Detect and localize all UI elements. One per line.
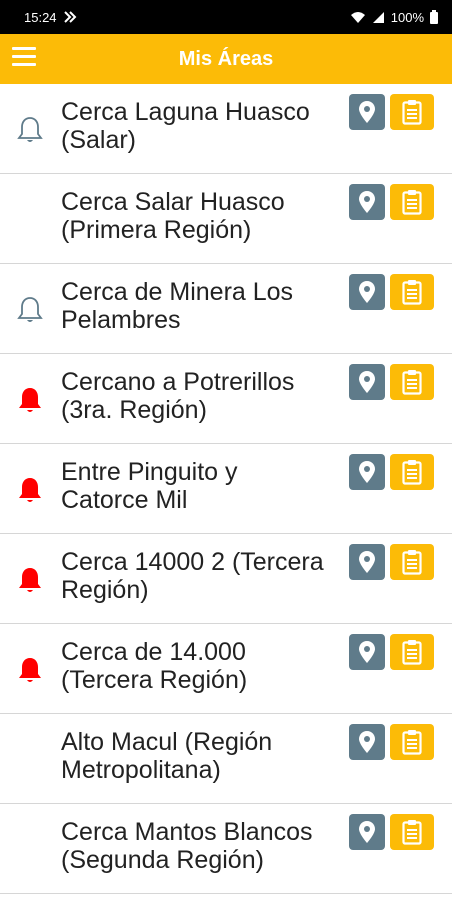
clipboard-button[interactable] (390, 364, 434, 400)
area-name-line-2: (Tercera Región) (61, 666, 248, 694)
area-name-line-1: Cerca 14000 2 (Tercera (61, 548, 324, 576)
clipboard-icon (402, 550, 422, 575)
area-name: Cerca de Minera Los Pelambres (61, 278, 349, 334)
signal-icon (372, 11, 384, 23)
map-location-button[interactable] (349, 724, 385, 760)
clipboard-icon (402, 190, 422, 215)
status-time: 15:24 (24, 9, 57, 25)
area-name: Cerca Mantos Blancos (Segunda Región) (61, 818, 349, 874)
area-list-item[interactable]: Entre Pinguito y Catorce Mil (0, 444, 452, 534)
location-pin-icon (359, 461, 375, 483)
area-list: Cerca Laguna Huasco (Salar) Cerca Salar … (0, 84, 452, 894)
clipboard-icon (402, 280, 422, 305)
area-name: Cerca Salar Huasco (Primera Región) (61, 188, 349, 244)
clipboard-icon (402, 820, 422, 845)
area-list-item[interactable]: Cerca Salar Huasco (Primera Región) (0, 174, 452, 264)
location-pin-icon (359, 101, 375, 123)
clipboard-button[interactable] (390, 454, 434, 490)
area-name-line-2: (Primera Región) (61, 216, 252, 244)
area-name-line-2: Pelambres (61, 306, 181, 334)
status-bar: 15:24 100% (0, 0, 452, 34)
clipboard-icon (402, 730, 422, 755)
area-name-line-2: (3ra. Región) (61, 396, 207, 424)
area-name-line-2: (Segunda Región) (61, 846, 264, 874)
area-list-item[interactable]: Cerca de 14.000 (Tercera Región) (0, 624, 452, 714)
area-name-line-1: Cercano a Potrerillos (61, 368, 295, 396)
map-location-button[interactable] (349, 634, 385, 670)
map-location-button[interactable] (349, 94, 385, 130)
area-list-item[interactable]: Alto Macul (Región Metropolitana) (0, 714, 452, 804)
map-location-button[interactable] (349, 814, 385, 850)
clipboard-icon (402, 640, 422, 665)
page-title: Mis Áreas (178, 47, 274, 70)
battery-percent: 100% (390, 9, 424, 25)
area-list-item[interactable]: Cerca Laguna Huasco (Salar) (0, 84, 452, 174)
clipboard-button[interactable] (390, 814, 434, 850)
clipboard-button[interactable] (390, 634, 434, 670)
area-name-line-1: Cerca de 14.000 (61, 638, 246, 666)
bell-active-icon[interactable] (15, 475, 45, 505)
location-pin-icon (359, 641, 375, 663)
clipboard-icon (402, 460, 422, 485)
clipboard-button[interactable] (390, 724, 434, 760)
area-name: Alto Macul (Región Metropolitana) (61, 728, 349, 784)
area-name-line-1: Cerca Mantos Blancos (61, 818, 313, 846)
area-list-item[interactable]: Cercano a Potrerillos (3ra. Región) (0, 354, 452, 444)
area-name: Cerca Laguna Huasco (Salar) (61, 98, 349, 154)
clipboard-button[interactable] (390, 184, 434, 220)
map-location-button[interactable] (349, 544, 385, 580)
clipboard-button[interactable] (390, 274, 434, 310)
location-pin-icon (359, 551, 375, 573)
area-name-line-2: Metropolitana) (61, 756, 221, 784)
clipboard-button[interactable] (390, 544, 434, 580)
location-pin-icon (359, 821, 375, 843)
area-name-line-1: Alto Macul (Región (61, 728, 273, 756)
menu-icon[interactable] (12, 47, 36, 69)
area-list-item[interactable]: Cerca de Minera Los Pelambres (0, 264, 452, 354)
location-pin-icon (359, 281, 375, 303)
map-location-button[interactable] (349, 184, 385, 220)
area-name-line-2: Región) (61, 576, 149, 604)
location-pin-icon (359, 371, 375, 393)
area-name-line-1: Entre Pinguito y (61, 458, 238, 486)
area-name: Cerca de 14.000 (Tercera Región) (61, 638, 349, 694)
bell-inactive-icon[interactable] (15, 295, 45, 325)
notification-icon (63, 11, 76, 23)
area-name: Cerca 14000 2 (Tercera Región) (61, 548, 349, 604)
bell-inactive-icon[interactable] (15, 115, 45, 145)
clipboard-button[interactable] (390, 94, 434, 130)
area-name-line-1: Cerca Laguna Huasco (61, 98, 310, 126)
area-name-line-2: (Salar) (61, 126, 137, 154)
area-name: Entre Pinguito y Catorce Mil (61, 458, 349, 514)
app-bar: Mis Áreas (0, 34, 452, 84)
area-list-item[interactable]: Cerca Mantos Blancos (Segunda Región) (0, 804, 452, 894)
wifi-icon (350, 11, 365, 23)
area-name-line-1: Cerca de Minera Los (61, 278, 294, 306)
location-pin-icon (359, 191, 375, 213)
map-location-button[interactable] (349, 364, 385, 400)
area-name-line-2: Catorce Mil (61, 486, 188, 514)
area-name: Cercano a Potrerillos (3ra. Región) (61, 368, 349, 424)
bell-active-icon[interactable] (15, 385, 45, 415)
area-name-line-1: Cerca Salar Huasco (61, 188, 285, 216)
clipboard-icon (402, 370, 422, 395)
map-location-button[interactable] (349, 274, 385, 310)
location-pin-icon (359, 731, 375, 753)
map-location-button[interactable] (349, 454, 385, 490)
bell-active-icon[interactable] (15, 655, 45, 685)
area-list-item[interactable]: Cerca 14000 2 (Tercera Región) (0, 534, 452, 624)
battery-icon (430, 10, 438, 24)
clipboard-icon (402, 100, 422, 125)
bell-active-icon[interactable] (15, 565, 45, 595)
